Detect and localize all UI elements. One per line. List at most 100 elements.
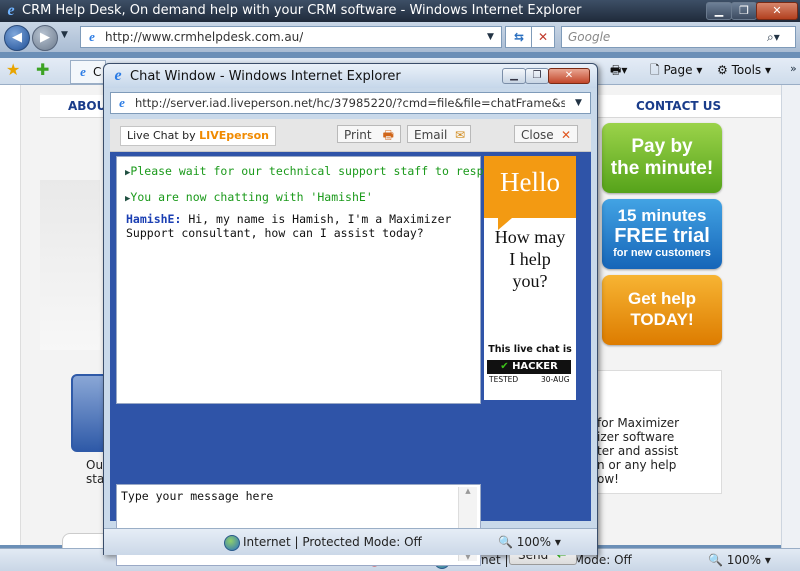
search-box[interactable]: Google ⌕▾ — [561, 26, 796, 48]
tab-current[interactable]: e C — [70, 60, 106, 84]
hacker-safe-badge: ✔ HACKER SAFE — [487, 360, 571, 386]
recent-pages-dropdown-icon[interactable]: ▼ — [61, 30, 68, 40]
back-button[interactable]: ◀ — [4, 25, 30, 51]
promo-free-trial[interactable]: 15 minutes FREE trial for new customers — [602, 199, 722, 269]
agent-message-line1: Hi, my name is Hamish, I'm a Maximizer — [188, 212, 452, 226]
zoom-icon: 🔍 — [708, 553, 723, 567]
chat-zoom-chevron-icon: ▾ — [554, 535, 561, 549]
toolbar-overflow-icon[interactable]: » — [790, 62, 797, 75]
chat-window-title: Chat Window - Windows Internet Explorer — [130, 69, 401, 84]
search-placeholder: Google — [568, 30, 611, 44]
chat-zoom-value: 100% — [516, 535, 552, 549]
minimize-button[interactable]: ▁ — [706, 2, 732, 20]
agent-message-line2: Support consultant, how can I assist tod… — [126, 226, 424, 240]
hacker-safe-seal[interactable]: This live chat is ✔ HACKER SAFE TESTED 3… — [484, 338, 576, 400]
main-zoom-control[interactable]: 🔍 100% ▾ — [708, 549, 771, 571]
address-dropdown-icon[interactable]: ▼ — [487, 27, 494, 47]
ad-question: How may I help you? — [484, 226, 576, 292]
main-address-bar[interactable]: e http://www.crmhelpdesk.com.au/ ▼ — [80, 26, 502, 48]
page-menu-chevron-icon: ▾ — [696, 63, 703, 77]
printer-icon: 🖶 — [382, 128, 394, 142]
maximize-button[interactable]: ❐ — [731, 2, 757, 20]
add-favorite-icon[interactable]: ✚ — [36, 60, 49, 79]
page-text-fragment-1: Ou — [86, 458, 104, 472]
close-chat-button[interactable]: Close ✕ — [514, 125, 578, 143]
agent-message: HamishE: Hi, my name is Hamish, I'm a Ma… — [126, 212, 451, 240]
page-scrollbar[interactable] — [781, 85, 800, 548]
system-message-text: Please wait for our technical support st… — [130, 164, 512, 178]
page-menu[interactable]: 🗋 Page ▾ — [650, 58, 702, 82]
chat-page-icon: e — [119, 95, 125, 110]
scroll-up-icon[interactable]: ▲ — [459, 487, 477, 495]
main-navigation-bar: ◀ ▶ ▼ e http://www.crmhelpdesk.com.au/ ▼… — [0, 22, 800, 52]
ad-question-line1: How may — [494, 227, 566, 247]
seal-caption: This live chat is — [488, 344, 572, 355]
email-button[interactable]: Email ✉ — [407, 125, 471, 143]
refresh-button[interactable]: ⇆ — [505, 26, 533, 48]
print-button[interactable]: Print 🖶 — [337, 125, 401, 143]
page-hero-image — [40, 180, 100, 350]
close-chat-label: Close — [521, 128, 554, 142]
chat-window-titlebar[interactable]: e Chat Window - Windows Internet Explore… — [104, 64, 597, 88]
chat-transcript[interactable]: ▶Please wait for our technical support s… — [116, 156, 511, 404]
promo-trial-line3: for new customers — [613, 247, 711, 259]
chat-zoom-control[interactable]: 🔍 100% ▾ — [498, 531, 561, 553]
side-text-3: ter and assist — [597, 444, 679, 458]
chat-internet-zone-icon — [224, 535, 240, 551]
page-menu-icon: 🗋 — [650, 63, 660, 77]
ie-logo-icon: e — [7, 2, 15, 19]
main-window-titlebar[interactable]: e CRM Help Desk, On demand help with you… — [0, 0, 800, 22]
main-zoom-value: 100% — [726, 553, 762, 567]
side-text-4: n or any help — [597, 458, 677, 472]
promo-pay-by-minute[interactable]: Pay by the minute! — [602, 123, 722, 193]
side-text-2: izer software — [597, 430, 675, 444]
search-icon[interactable]: ⌕▾ — [767, 27, 780, 47]
tools-menu-label: Tools — [731, 63, 762, 77]
zoom-chevron-icon: ▾ — [764, 553, 771, 567]
promo-get-help[interactable]: Get help TODAY! — [602, 275, 722, 345]
chat-address-dropdown-icon[interactable]: ▼ — [575, 93, 582, 113]
livechat-panel: Live Chat by LIVEperson Print 🖶 Email ✉ … — [110, 119, 591, 566]
forward-button[interactable]: ▶ — [32, 25, 58, 51]
promo-help-line2: TODAY! — [630, 310, 694, 329]
promo-pay-line1: Pay by — [631, 136, 693, 157]
chat-minimize-button[interactable]: ▁ — [502, 68, 526, 84]
agent-name: HamishE: — [126, 212, 182, 226]
chat-zoom-icon: 🔍 — [498, 535, 513, 549]
brand-name: LIVEperson — [199, 129, 269, 142]
promo-help-line1: Get help — [627, 289, 696, 308]
main-window-title: CRM Help Desk, On demand help with your … — [22, 3, 582, 18]
tools-menu[interactable]: ⚙ Tools ▾ — [717, 58, 771, 82]
print-menu-icon[interactable]: 🖶▾ — [610, 58, 627, 82]
chat-address-bar[interactable]: e http://server.iad.liveperson.net/hc/37… — [110, 92, 591, 114]
shield-check-icon: ✔ — [500, 361, 509, 372]
hello-ad-banner[interactable]: Hello How may I help you? — [484, 156, 576, 338]
brand-prefix: Live Chat by — [127, 129, 196, 142]
favorites-star-icon[interactable]: ★ — [6, 60, 20, 79]
chat-maximize-button[interactable]: ❐ — [525, 68, 549, 84]
email-label: Email — [414, 128, 448, 142]
chat-close-window-button[interactable]: ✕ — [548, 68, 590, 84]
ad-question-line2: I help — [509, 249, 551, 269]
nav-about-link[interactable]: ABOU — [68, 99, 106, 113]
system-message-text: You are now chatting with 'HamishE' — [130, 190, 373, 204]
tab-label: C — [93, 65, 102, 79]
ad-hello-text: Hello — [484, 156, 576, 218]
main-address-text: http://www.crmhelpdesk.com.au/ — [105, 30, 304, 44]
chat-ie-logo-icon: e — [114, 67, 122, 84]
tools-menu-chevron-icon: ▾ — [764, 63, 772, 77]
envelope-icon: ✉ — [454, 128, 465, 142]
liveperson-brand: Live Chat by LIVEperson — [120, 126, 276, 146]
nav-contact-link[interactable]: CONTACT US — [636, 99, 721, 113]
chat-popup-window: e Chat Window - Windows Internet Explore… — [103, 63, 598, 566]
stop-button[interactable]: ✕ — [531, 26, 555, 48]
close-button[interactable]: ✕ — [756, 2, 798, 20]
side-text-1: for Maximizer — [597, 416, 680, 430]
seal-date: 30-AUG — [541, 375, 570, 384]
close-x-icon: ✕ — [560, 128, 571, 142]
side-text-5: ow! — [597, 472, 619, 486]
ad-question-line3: you? — [512, 271, 548, 291]
promo-pay-line2: the minute! — [610, 158, 714, 179]
page-side-box: for Maximizer izer software ter and assi… — [594, 370, 722, 494]
promo-trial-line2: FREE trial — [614, 225, 710, 247]
